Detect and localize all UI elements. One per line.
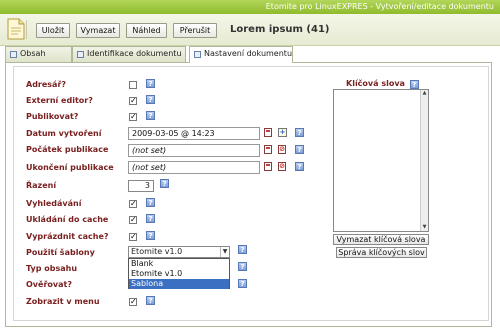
template-label: Použití šablony [26,248,95,257]
tab-label: Nastavení dokumentu [204,49,293,58]
published-checkbox[interactable]: ✓ [129,113,137,121]
keywords-label: Klíčová slova [346,79,405,88]
window-title: Etomite pro LinuxEXPRES - Vytvoření/edit… [265,2,494,11]
order-input[interactable]: 3 [128,180,154,192]
window-title-bar: Etomite pro LinuxEXPRES - Vytvoření/edit… [0,0,500,14]
calendar-icon[interactable] [264,145,272,154]
help-icon[interactable]: ? [146,214,155,223]
tab-label: Obsah [20,49,46,58]
folder-checkbox[interactable] [129,81,137,89]
template-select[interactable]: Etomite v1.0 ▼ [128,246,230,258]
help-icon[interactable]: ? [146,198,155,207]
help-icon[interactable]: ? [146,296,155,305]
tab-page-icon [77,51,84,58]
cancel-button[interactable]: Přerušit [173,23,217,38]
clear-date-icon[interactable]: ⊘ [278,162,286,171]
tab-page-icon [194,51,201,58]
help-icon[interactable]: ? [146,231,155,240]
help-icon[interactable]: ? [238,279,247,288]
created-date-label: Datum vytvoření [26,129,102,138]
help-icon[interactable]: ? [160,179,169,188]
clear-cache-label: Vyprázdnit cache? [26,232,109,241]
auth-label: Ověřovat? [26,280,72,289]
tab-content[interactable]: Obsah [5,46,72,62]
pub-end-label: Ukončení publikace [26,163,114,172]
set-now-icon[interactable]: + [278,128,287,137]
pub-start-field[interactable]: (not set) [128,144,260,157]
template-option[interactable]: Etomite v1.0 [129,269,229,279]
help-icon[interactable]: ? [409,80,419,89]
scroll-up-icon[interactable]: ▲ [421,90,428,97]
delete-button[interactable]: Vymazat [76,23,120,38]
searchable-checkbox[interactable]: ✓ [129,200,137,208]
tab-settings[interactable]: Nastavení dokumentu [189,46,293,63]
clear-keywords-button[interactable]: Vymazat klíčová slova [333,234,429,245]
help-icon[interactable]: ? [146,79,155,88]
clear-cache-checkbox[interactable]: ✓ [129,233,137,241]
cacheable-label: Ukládání do cache [26,215,109,224]
pub-start-label: Počátek publikace [26,145,109,154]
order-label: Řazení [26,181,57,190]
template-dropdown-list: Blank Etomite v1.0 Sablona [128,258,230,289]
external-editor-checkbox[interactable]: ✓ [129,97,137,105]
toolbar-separator [26,20,27,39]
created-date-field[interactable]: 2009-03-05 @ 14:23 [128,127,260,140]
published-label: Publikovat? [26,112,79,121]
keywords-scrollbar[interactable]: ▲ ▼ [420,90,428,231]
content-type-label: Typ obsahu [26,264,78,273]
calendar-icon[interactable] [264,128,272,137]
searchable-label: Vyhledávání [26,199,82,208]
manage-keywords-button[interactable]: Správa klíčových slov [336,247,427,258]
keywords-title: Klíčová slova ? [346,79,419,89]
template-option-highlighted[interactable]: Sablona [129,279,229,289]
show-in-menu-label: Zobrazit v menu [26,297,100,306]
tab-identification[interactable]: Identifikace dokumentu [72,46,186,62]
help-icon[interactable]: ? [238,262,247,271]
save-button[interactable]: Uložit [36,23,70,38]
help-icon[interactable]: ? [295,128,304,137]
chevron-down-icon[interactable]: ▼ [220,247,229,257]
keywords-listbox[interactable]: ▲ ▼ [333,89,429,232]
document-icon [7,18,25,40]
help-icon[interactable]: ? [146,95,155,104]
help-icon[interactable]: ? [295,162,304,171]
clear-date-icon[interactable]: ⊘ [278,145,286,154]
help-icon[interactable]: ? [295,145,304,154]
external-editor-label: Externí editor? [26,96,93,105]
preview-button[interactable]: Náhled [126,23,167,38]
tab-bar: Obsah Identifikace dokumentu Nastavení d… [0,46,500,63]
document-title: Lorem ipsum (41) [230,24,330,35]
scroll-down-icon[interactable]: ▼ [421,224,428,231]
template-option[interactable]: Blank [129,259,229,269]
calendar-icon[interactable] [264,162,272,171]
help-icon[interactable]: ? [146,111,155,120]
tab-label: Identifikace dokumentu [87,49,182,58]
template-selected-value: Etomite v1.0 [131,247,183,256]
cacheable-checkbox[interactable]: ✓ [129,216,137,224]
tab-page-icon [10,51,17,58]
pub-end-field[interactable]: (not set) [128,161,260,174]
folder-label: Adresář? [26,80,67,89]
show-in-menu-checkbox[interactable]: ✓ [129,298,137,306]
toolbar: Uložit Vymazat Náhled Přerušit Lorem ips… [0,14,500,46]
help-icon[interactable]: ? [238,245,247,254]
